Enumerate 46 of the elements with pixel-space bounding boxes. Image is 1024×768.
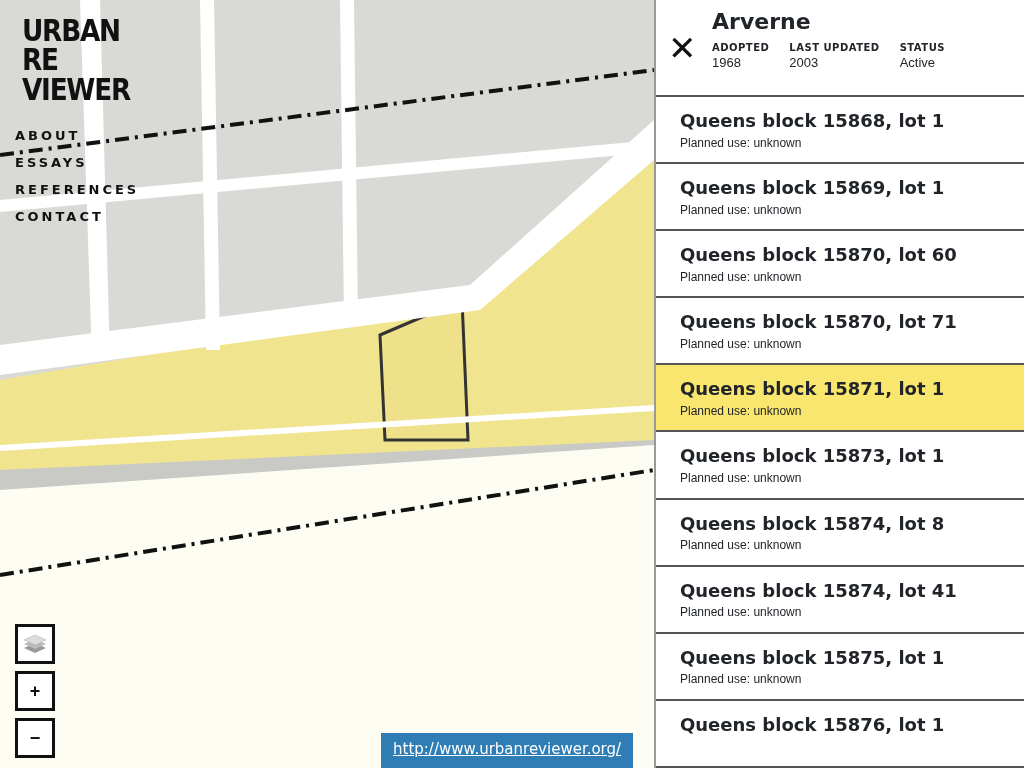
logo[interactable]: URBAN RE VIEWER	[22, 16, 130, 105]
lot-title: Queens block 15874, lot 8	[680, 512, 945, 535]
fact-value: Active	[899, 55, 937, 71]
lot-list-item[interactable]: Queens block 15874, lot 41 Planned use: unknown	[656, 566, 1024, 634]
nav-link[interactable]: CONTACT	[15, 207, 104, 227]
close-button[interactable]: ✕	[664, 26, 700, 70]
nav-link[interactable]: ABOUT	[15, 126, 81, 146]
url-link[interactable]: http://www.urbanreviewer.org/	[381, 733, 634, 768]
nav-link[interactable]: ESSAYS	[15, 153, 88, 173]
planned-use-text: Planned use: unknown	[680, 470, 802, 488]
planned-use-text: Planned use: unknown	[680, 671, 802, 689]
lot-list-item[interactable]: Queens block 15874, lot 8 Planned use: unknown	[656, 499, 1024, 567]
zoom-out-button[interactable]: −	[15, 718, 55, 758]
layers-icon	[23, 633, 47, 655]
plan-title: Arverne	[712, 10, 812, 35]
fact-value: 2003	[789, 55, 820, 71]
lot-title: Queens block 15873, lot 1	[680, 445, 945, 468]
fact-label: STATUS	[899, 41, 945, 56]
planned-use-text: Planned use: unknown	[680, 134, 802, 152]
lot-title: Queens block 15870, lot 71	[680, 311, 957, 333]
fact-value: 1968	[712, 55, 742, 71]
lot-list-item[interactable]: Queens block 15870, lot 60 Planned use: unknown	[656, 231, 1024, 299]
layers-button[interactable]	[15, 624, 55, 664]
lot-title: Queens block 15870, lot 60	[680, 244, 957, 266]
planned-use-text: Planned use: unknown	[680, 402, 802, 420]
lot-list-item[interactable]: Queens block 15868, lot 1 Planned use: unknown	[656, 97, 1024, 165]
lot-list-item[interactable]: Queens block 15871, lot 1 Planned use: unknown	[656, 365, 1024, 433]
zoom-in-button[interactable]: +	[15, 671, 55, 711]
fact-label: ADOPTED	[712, 41, 770, 56]
lot-title: Queens block 15876, lot 1	[680, 713, 945, 736]
lot-title: Queens block 15875, lot 1	[680, 646, 945, 669]
lot-title: Queens block 15868, lot 1	[680, 110, 945, 132]
lot-list-item[interactable]: Queens block 15873, lot 1 Planned use: unknown	[656, 432, 1024, 500]
lot-list-item[interactable]: Queens block 15876, lot 1	[656, 700, 1024, 768]
lot-list-item[interactable]: Queens block 15869, lot 1 Planned use: unknown	[656, 164, 1024, 232]
planned-use-text: Planned use: unknown	[680, 604, 802, 622]
planned-use-text: Planned use: unknown	[680, 201, 802, 219]
lot-title: Queens block 15871, lot 1	[680, 378, 945, 400]
fact-label: LAST UPDATED	[789, 41, 880, 56]
lot-title: Queens block 15874, lot 41	[680, 579, 957, 602]
planned-use-text: Planned use: unknown	[680, 268, 802, 286]
lot-list-item[interactable]: Queens block 15875, lot 1 Planned use: unknown	[656, 633, 1024, 701]
planned-use-text: Planned use: unknown	[680, 335, 802, 353]
lot-title: Queens block 15869, lot 1	[680, 177, 945, 199]
planned-use-text: Planned use: unknown	[680, 537, 802, 555]
nav-link[interactable]: REFERENCES	[15, 180, 140, 200]
